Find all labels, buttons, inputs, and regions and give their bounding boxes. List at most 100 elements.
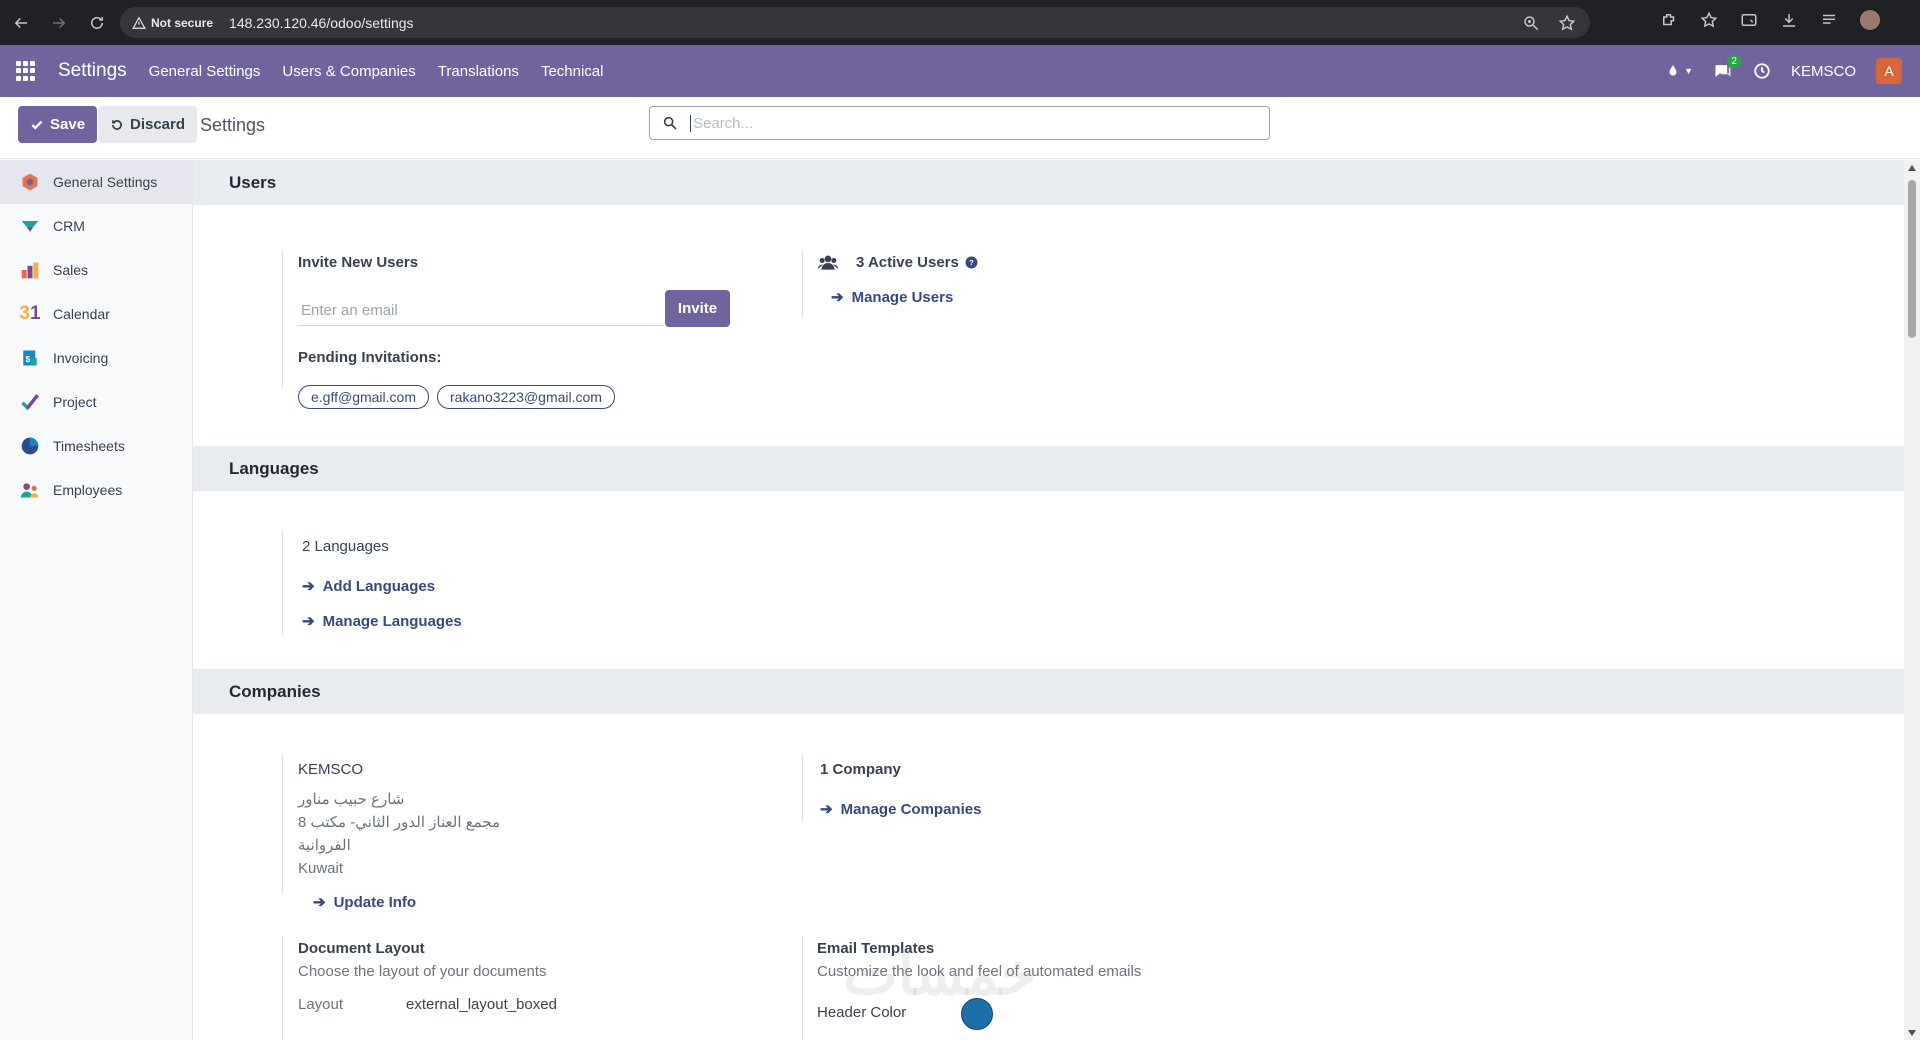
forward-button[interactable] [42,6,76,40]
sidebar-item-label: Invoicing [53,350,109,366]
save-label: Save [50,116,86,133]
profile-avatar[interactable] [1860,10,1880,30]
crm-icon [19,215,41,237]
save-button[interactable]: Save [18,106,98,143]
address-line: مجمع العناز الدور الثاني- مكتب 8 [298,814,501,831]
search-box[interactable] [649,106,1270,140]
manage-companies-link[interactable]: ➔ Manage Companies [820,800,981,819]
company-switcher[interactable]: KEMSCO [1791,63,1856,80]
favorites-icon[interactable] [1700,11,1718,29]
pending-invitation-chip[interactable]: e.gff@gmail.com [298,385,429,409]
search-input[interactable] [690,114,1230,132]
arrow-right-icon: ➔ [831,289,844,306]
undo-icon [112,119,122,130]
extensions-icon[interactable] [1660,11,1678,29]
messages-button[interactable]: 2 [1713,55,1741,81]
menu-users-companies[interactable]: Users & Companies [282,63,415,80]
section-title: Users [229,172,277,192]
divider [282,754,283,894]
document-layout-title: Document Layout [298,940,425,957]
sidebar-item-label: Sales [53,262,89,278]
divider [282,530,283,635]
check-icon [31,120,43,130]
sidebar-item-sales[interactable]: Sales [0,248,192,292]
scrollbar-thumb[interactable] [1908,180,1916,338]
sidebar-item-label: CRM [53,218,85,234]
active-users-count: 3 Active Users ? [856,254,978,271]
settings-content: Users Invite New Users Invite Pending In… [193,160,1904,1040]
arrow-right-icon: ➔ [302,613,315,630]
svg-text:?: ? [969,258,974,267]
section-title: Languages [229,458,319,478]
address-bar[interactable]: Not secure 148.230.120.46/odoo/settings [120,7,1590,38]
sidebar-item-timesheets[interactable]: Timesheets [0,424,192,468]
apps-menu-icon[interactable] [16,61,36,81]
layout-label: Layout [298,996,344,1013]
users-section-header: Users [193,160,1904,205]
arrow-right-icon: ➔ [302,578,315,595]
sidebar-item-crm[interactable]: CRM [0,204,192,248]
bookmark-star-icon[interactable] [1558,14,1576,32]
sidebar-item-general-settings[interactable]: General Settings [0,160,192,204]
debug-menu[interactable]: ▼ [1666,63,1693,79]
help-icon[interactable]: ? [965,256,978,269]
warning-icon [132,16,146,29]
manage-languages-label: Manage Languages [322,612,462,630]
divider [802,936,803,1040]
active-users-label: 3 Active Users [856,254,959,271]
scroll-down-arrow[interactable] [1908,1030,1916,1036]
discard-label: Discard [130,116,186,133]
invite-button[interactable]: Invite [665,290,730,327]
zoom-icon[interactable] [1522,14,1540,32]
back-button[interactable] [4,6,38,40]
sidebar-item-project[interactable]: Project [0,380,192,424]
add-languages-label: Add Languages [322,577,436,595]
sidebar-item-calendar[interactable]: 31 Calendar [0,292,192,336]
messages-count-badge: 2 [1727,55,1741,68]
address-line: شارع حبيب مناور [298,791,405,808]
reload-button[interactable] [80,6,114,40]
url-text[interactable]: 148.230.120.46/odoo/settings [229,15,414,31]
user-avatar[interactable]: A [1876,58,1902,84]
layout-value[interactable]: external_layout_boxed [406,996,557,1013]
add-languages-link[interactable]: ➔ Add Languages [302,577,436,596]
divider [802,754,803,822]
manage-users-label: Manage Users [851,288,954,306]
page-title: Settings [200,115,266,135]
address-line: الفروانية [298,837,351,854]
divider [282,250,283,388]
manage-languages-link[interactable]: ➔ Manage Languages [302,612,462,631]
sidebar-item-invoicing[interactable]: $ Invoicing [0,336,192,380]
menu-translations[interactable]: Translations [438,63,519,80]
languages-section-header: Languages [193,446,1904,491]
update-info-link[interactable]: ➔ Update Info [313,893,416,912]
activity-button[interactable] [1753,62,1771,80]
control-panel: Save Discard Settings [0,97,1920,159]
invite-title: Invite New Users [298,254,419,271]
sidebar-item-employees[interactable]: Employees [0,468,192,512]
sales-icon [19,259,41,281]
arrow-right-icon: ➔ [820,801,833,818]
caret-down-icon: ▼ [1684,66,1693,76]
page-scrollbar[interactable] [1904,160,1920,1040]
pending-invitation-chip[interactable]: rakano3223@gmail.com [437,385,615,409]
discard-button[interactable]: Discard [98,106,198,143]
clock-icon [1754,63,1770,79]
pending-invitations-label: Pending Invitations: [298,349,442,366]
scroll-up-arrow[interactable] [1908,165,1916,171]
menu-technical[interactable]: Technical [541,63,604,80]
search-icon [663,116,677,130]
project-icon [19,391,41,413]
security-label: Not secure [151,15,214,30]
app-brand[interactable]: Settings [58,60,127,82]
reading-list-icon[interactable] [1820,11,1838,29]
invite-email-input[interactable] [297,296,664,326]
manage-users-link[interactable]: ➔ Manage Users [831,288,954,307]
menu-general-settings[interactable]: General Settings [149,63,261,80]
sidebar-item-label: Employees [53,482,123,498]
top-navbar: Settings General Settings Users & Compan… [0,45,1920,97]
not-secure-indicator[interactable]: Not secure [132,16,213,30]
sidebar-item-label: Calendar [53,306,110,322]
collections-icon[interactable] [1740,11,1758,29]
download-icon[interactable] [1780,11,1798,29]
